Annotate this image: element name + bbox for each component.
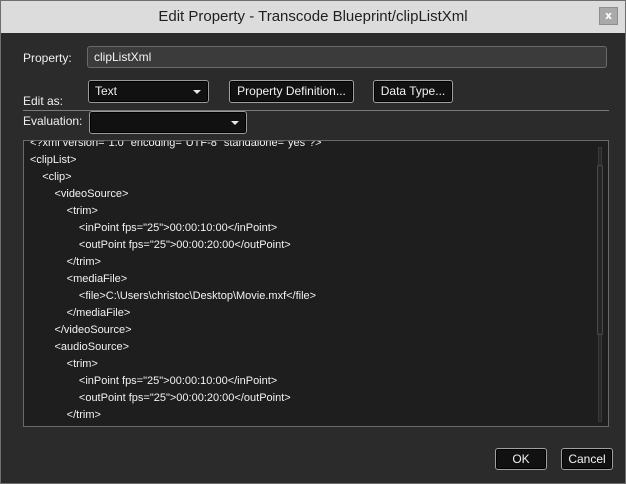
dialog-title: Edit Property - Transcode Blueprint/clip…: [158, 8, 468, 25]
code-line: <file>C:\Users\christoc\Desktop\Movie.mx…: [30, 290, 317, 302]
code-line: <videoSource>: [30, 188, 129, 200]
title-bar[interactable]: Edit Property - Transcode Blueprint/clip…: [1, 1, 625, 33]
code-line: <clipList>: [30, 154, 77, 166]
evaluation-label: Evaluation:: [23, 114, 83, 128]
code-line: </trim>: [30, 409, 101, 421]
data-type-button[interactable]: Data Type...: [373, 80, 453, 103]
code-line: <trim>: [30, 205, 98, 217]
evaluation-dropdown[interactable]: [89, 111, 247, 134]
code-line: <clip>: [30, 171, 72, 183]
edit-as-label: Edit as:: [23, 94, 64, 108]
code-line: <?xml version="1.0" encoding="UTF-8" sta…: [30, 140, 322, 149]
code-line: <outPoint fps="25">00:00:20:00</outPoint…: [30, 392, 291, 404]
edit-property-dialog: Edit Property - Transcode Blueprint/clip…: [0, 0, 626, 484]
scrollbar-thumb[interactable]: [597, 165, 603, 335]
edit-as-dropdown[interactable]: Text: [88, 80, 209, 103]
code-line: </trim>: [30, 256, 101, 268]
code-line: </videoSource>: [30, 324, 132, 336]
code-line: </mediaFile>: [30, 307, 131, 319]
code-line: <inPoint fps="25">00:00:10:00</inPoint>: [30, 375, 278, 387]
cancel-button[interactable]: Cancel: [561, 448, 613, 470]
close-icon: x: [604, 9, 613, 22]
code-line: <trim>: [30, 358, 98, 370]
close-button[interactable]: x: [599, 7, 618, 25]
code-line: <outPoint fps="25">00:00:20:00</outPoint…: [30, 239, 291, 251]
chevron-down-icon: [231, 121, 239, 125]
chevron-down-icon: [193, 90, 201, 94]
code-line: <audioSource>: [30, 341, 130, 353]
vertical-scrollbar[interactable]: [596, 147, 604, 422]
xml-text-editor[interactable]: <?xml version="1.0" encoding="UTF-8" sta…: [23, 140, 609, 427]
edit-as-selected-value: Text: [95, 84, 118, 98]
property-label: Property:: [23, 51, 72, 65]
property-definition-button[interactable]: Property Definition...: [229, 80, 354, 103]
code-lines: <?xml version="1.0" encoding="UTF-8" sta…: [24, 140, 590, 424]
code-line: <mediaFile>: [30, 273, 128, 285]
code-line: <inPoint fps="25">00:00:10:00</inPoint>: [30, 222, 278, 234]
ok-button[interactable]: OK: [495, 448, 547, 470]
property-name-field[interactable]: clipListXml: [87, 46, 607, 68]
